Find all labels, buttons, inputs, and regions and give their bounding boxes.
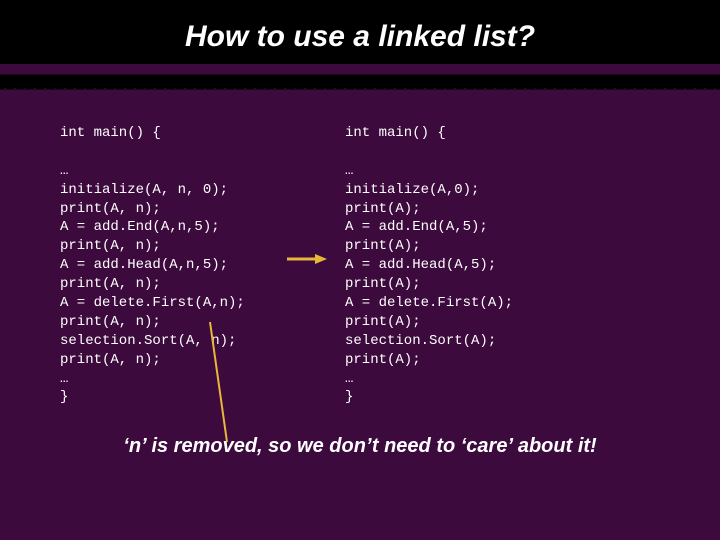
slide: How to use a linked list? int main() { …… xyxy=(0,0,720,540)
caption-text: ‘n’ is removed, so we don’t need to ‘car… xyxy=(0,435,720,458)
code-block-right: int main() { … initialize(A,0); print(A)… xyxy=(345,124,595,407)
slide-title: How to use a linked list? xyxy=(0,20,720,54)
code-block-left: int main() { … initialize(A, n, 0); prin… xyxy=(60,124,310,407)
title-area: How to use a linked list? xyxy=(0,0,720,64)
pointer-line xyxy=(202,322,232,442)
arrow-icon xyxy=(287,252,327,266)
content-area: int main() { … initialize(A, n, 0); prin… xyxy=(0,90,720,440)
decorative-divider xyxy=(0,74,720,90)
